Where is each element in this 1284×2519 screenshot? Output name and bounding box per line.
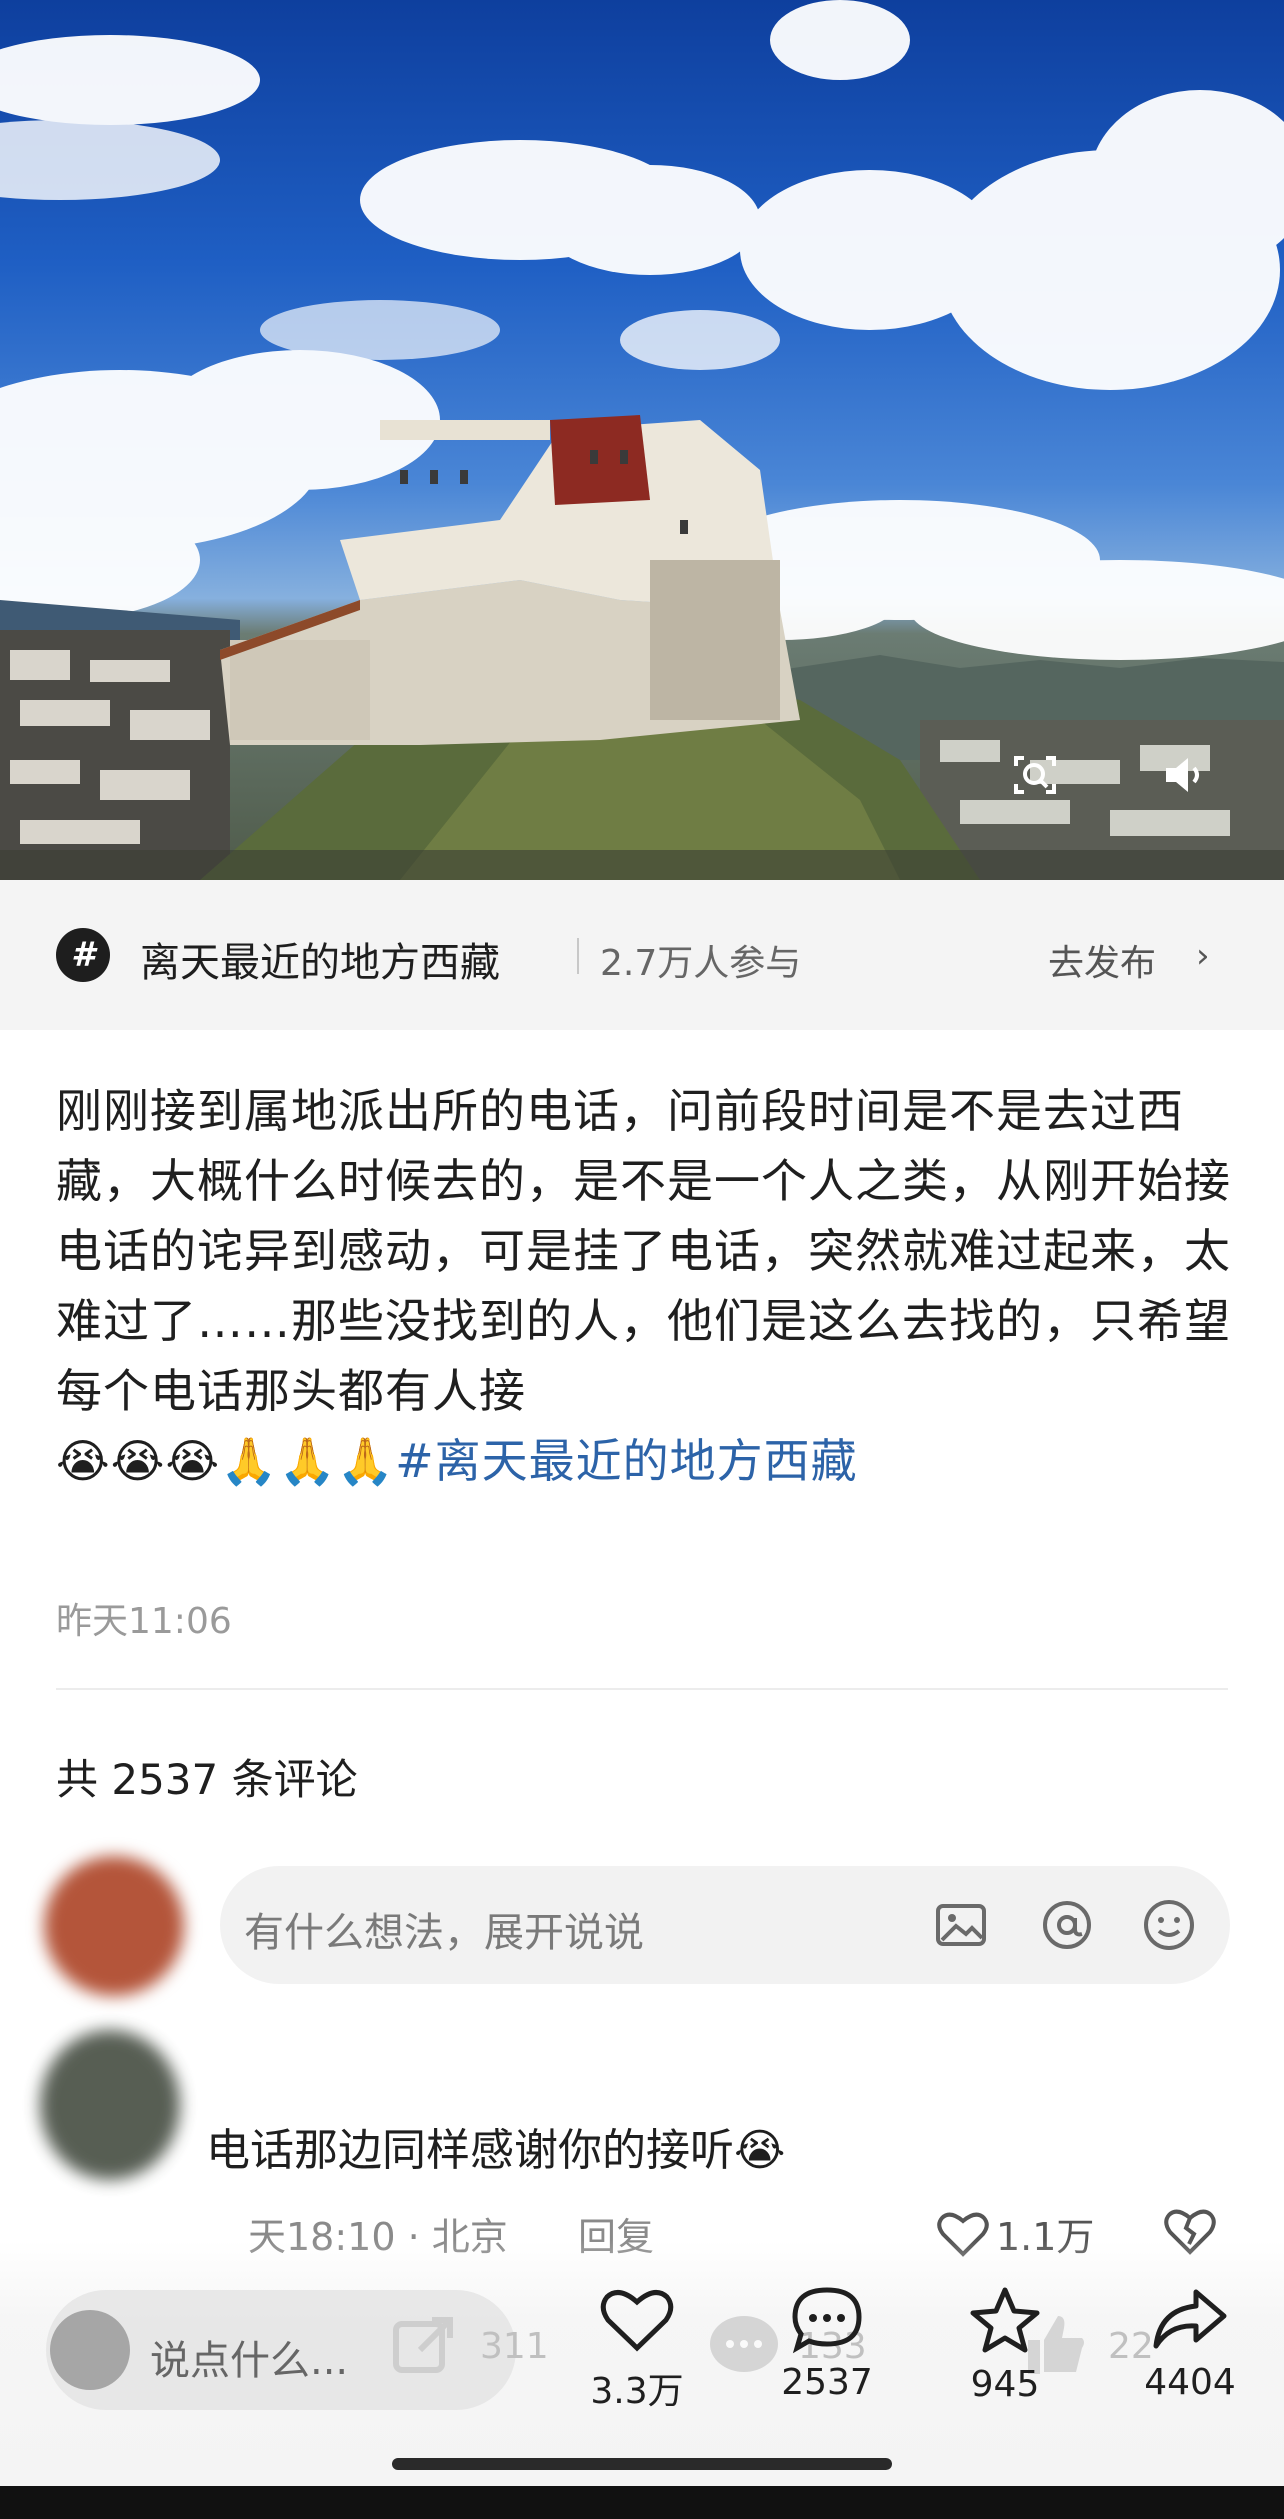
image-search-button[interactable] xyxy=(1010,750,1074,814)
topic-separator xyxy=(577,938,579,974)
topic-name[interactable]: 离天最近的地方西藏 xyxy=(140,930,500,988)
favorite-count: 945 xyxy=(970,2364,1040,2405)
comment-count: 共 2537 条评论 xyxy=(56,1755,358,1804)
comment-count-bottom: 2537 xyxy=(781,2362,873,2403)
speaker-icon xyxy=(1166,758,1199,792)
post-emojis: 😭😭😭🙏🙏🙏 xyxy=(56,1434,396,1488)
comment-composer[interactable]: 有什么想法，展开说说 xyxy=(220,1866,1230,1984)
composer-placeholder: 有什么想法，展开说说 xyxy=(244,1910,644,1956)
at-mention-icon[interactable] xyxy=(1038,1896,1096,1954)
post-timestamp: 昨天11:06 xyxy=(56,1601,232,1642)
topic-bar[interactable]: # 离天最近的地方西藏 2.7万人参与 去发布 › xyxy=(0,880,1284,1030)
home-indicator[interactable] xyxy=(392,2458,892,2470)
ghost-comment-icon xyxy=(710,2316,778,2372)
star-icon xyxy=(970,2287,1040,2353)
favorite-button[interactable]: 945 xyxy=(950,2284,1060,2405)
hashtag-icon: # xyxy=(56,928,110,982)
post-image[interactable] xyxy=(0,0,1284,880)
post-text: 刚刚接到属地派出所的电话，问前段时间是不是去过西藏，大概什么时候去的，是不是一个… xyxy=(56,1084,1231,1418)
bottom-strip xyxy=(0,2486,1284,2519)
like-count: 3.3万 xyxy=(590,2371,684,2412)
topic-participants: 2.7万人参与 xyxy=(600,943,802,984)
ghost-share-icon xyxy=(393,2317,453,2373)
user-avatar xyxy=(50,2310,130,2390)
scan-search-icon xyxy=(1014,756,1056,794)
sound-toggle-button[interactable] xyxy=(1158,750,1222,814)
divider xyxy=(56,1688,1228,1690)
publish-link[interactable]: 去发布 xyxy=(1048,934,1156,986)
comment-text: 电话那边同样感谢你的接听😭 xyxy=(206,2125,786,2176)
image-icon[interactable] xyxy=(932,1896,990,1954)
potala-palace-photo xyxy=(0,0,1284,880)
post-hashtag-link[interactable]: #离天最近的地方西藏 xyxy=(395,1434,858,1488)
comment-avatar[interactable] xyxy=(40,2030,180,2180)
avatar[interactable] xyxy=(44,1856,184,1996)
comment-button[interactable]: 2537 xyxy=(772,2284,882,2403)
heart-icon xyxy=(600,2290,674,2352)
comment-input-placeholder: 说点什么... xyxy=(150,2338,349,2384)
share-button[interactable]: 4404 xyxy=(1130,2284,1250,2403)
chevron-right-icon[interactable]: › xyxy=(1196,936,1210,976)
comment-bubble-icon xyxy=(792,2287,862,2354)
post-body: 刚刚接到属地派出所的电话，问前段时间是不是去过西藏，大概什么时候去的，是不是一个… xyxy=(56,1076,1236,1496)
share-count: 4404 xyxy=(1144,2362,1236,2403)
like-button[interactable]: 3.3万 xyxy=(582,2284,692,2414)
emoji-icon[interactable] xyxy=(1140,1896,1198,1954)
share-arrow-icon xyxy=(1153,2289,1227,2349)
ghost-share-count: 311 xyxy=(480,2326,549,2367)
